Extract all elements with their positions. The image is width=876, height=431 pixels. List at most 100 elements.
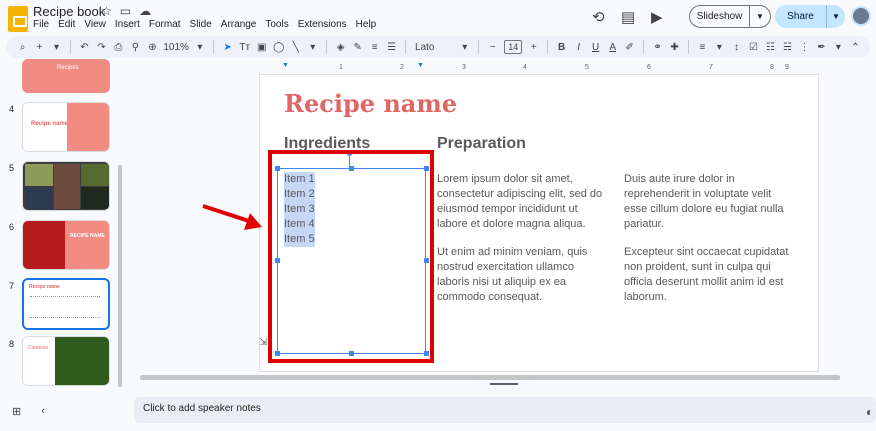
fill-color-icon[interactable]: ◈ [332,42,349,53]
menu-format[interactable]: Format [149,19,181,30]
bulleted-list-icon[interactable]: ☷ [762,42,779,53]
text-color-icon[interactable]: A [604,42,621,53]
arrow-annotation-icon [202,204,262,230]
border-dash-icon[interactable]: ☰ [383,42,400,53]
history-icon[interactable]: ⟲ [592,8,605,26]
ruler-tick: 8 [770,64,774,71]
text-box-icon[interactable]: Tт [236,42,253,53]
numbered-list-icon[interactable]: ☵ [779,42,796,53]
line-spacing-icon[interactable]: ↕ [728,42,745,53]
menu-edit[interactable]: Edit [58,19,75,30]
chevron-down-icon[interactable]: ▾ [711,42,728,53]
slide-number: 4 [9,104,15,114]
chevron-down-icon[interactable]: ▼ [827,12,845,21]
folder-icon[interactable]: ▭ [120,4,131,18]
slideshow-button[interactable]: Slideshow ▼ [689,5,771,28]
slide-title[interactable]: Recipe name [284,89,457,118]
speaker-notes[interactable]: Click to add speaker notes [134,397,876,423]
zoom-icon[interactable]: ⊕ [144,42,161,53]
notes-resize-handle[interactable] [490,383,518,385]
collapse-icon[interactable]: ⌃ [847,42,864,53]
more-icon[interactable]: ⋮ [796,42,813,53]
ruler-indent-marker[interactable]: ▼ [417,62,424,69]
paint-format-icon[interactable]: ⚲ [127,42,144,53]
star-icon[interactable]: ☆ [101,4,112,18]
bold-icon[interactable]: B [553,42,570,53]
cloud-icon[interactable]: ☁ [139,4,151,18]
slideshow-label[interactable]: Slideshow [690,6,750,27]
slide-thumbnail[interactable]: Recipe name [22,102,110,152]
comment-icon[interactable]: ▤ [621,8,635,26]
explore-icon[interactable]: ◐ [866,405,873,419]
highlight-icon[interactable]: ✐ [621,42,638,53]
highlight-annotation-box [268,150,434,363]
avatar[interactable] [851,6,871,26]
thumbnail-title: Recipe name [31,121,69,127]
chevron-down-icon[interactable]: ▾ [830,42,847,53]
slide-thumbnail[interactable]: Contents [22,336,110,386]
share-label[interactable]: Share [775,5,827,28]
preparation-heading[interactable]: Preparation [437,135,526,153]
search-icon[interactable]: ⌕ [14,42,31,53]
menu-view[interactable]: View [84,19,106,30]
slide-number: 6 [9,222,15,232]
share-button[interactable]: Share ▼ [775,5,845,28]
image-icon[interactable]: ▣ [253,42,270,53]
pen-icon[interactable]: ✒ [813,42,830,53]
horizontal-scrollbar[interactable] [140,375,840,380]
collapse-filmstrip-icon[interactable]: ‹ [41,405,45,418]
print-icon[interactable]: ⎙ [110,42,127,53]
chevron-down-icon[interactable]: ▼ [750,12,770,21]
font-size-input[interactable]: 14 [504,40,523,54]
menu-help[interactable]: Help [356,19,377,30]
video-call-icon[interactable]: ▶ [651,8,663,26]
slide-thumbnail[interactable]: Recipes [22,59,110,93]
chevron-down-icon[interactable]: ▾ [304,42,321,53]
checklist-icon[interactable]: ☑ [745,42,762,53]
ruler-tick: 9 [785,64,789,71]
chevron-down-icon[interactable]: ▾ [48,42,65,53]
border-weight-icon[interactable]: ≡ [366,42,383,53]
slide-thumbnail[interactable]: RECIPE NAME [22,220,110,270]
preparation-paragraph[interactable]: Excepteur sint occaecat cupidatat non pr… [624,245,794,305]
filmstrip-scrollbar[interactable] [118,165,122,387]
new-slide-icon[interactable]: + [31,42,48,53]
link-icon[interactable]: ⚭ [649,42,666,53]
menu-file[interactable]: File [33,19,49,30]
thumbnail-title: RECIPE NAME [70,233,105,239]
slides-logo[interactable] [8,6,28,32]
preparation-paragraph[interactable]: Duis aute irure dolor in reprehenderit i… [624,172,794,232]
document-title[interactable]: Recipe book [33,4,105,19]
speaker-notes-toggle-icon[interactable]: ⇲ [259,337,267,348]
font-select[interactable]: Lato [411,42,456,53]
align-icon[interactable]: ≡ [694,42,711,53]
undo-icon[interactable]: ↶ [76,42,93,53]
ruler-tick: 2 [400,64,404,71]
preparation-paragraph[interactable]: Lorem ipsum dolor sit amet, consectetur … [437,172,605,232]
ruler-tick: 7 [709,64,713,71]
shape-icon[interactable]: ◯ [270,42,287,53]
comment-add-icon[interactable]: ✚ [666,42,683,53]
slide-thumbnail-active[interactable]: Recipe name [22,278,110,330]
slide-thumbnail[interactable] [22,161,110,211]
ruler-indent-marker[interactable]: ▼ [282,62,289,69]
italic-icon[interactable]: I [570,42,587,53]
chevron-down-icon[interactable]: ▾ [456,42,473,53]
underline-icon[interactable]: U [587,42,604,53]
chevron-down-icon[interactable]: ▾ [191,42,208,53]
menu-slide[interactable]: Slide [190,19,212,30]
grid-view-icon[interactable]: ⊞ [12,405,21,418]
redo-icon[interactable]: ↷ [93,42,110,53]
menu-extensions[interactable]: Extensions [298,19,347,30]
zoom-level[interactable]: 101% [161,42,191,53]
ruler-tick: 6 [647,64,651,71]
decrease-font-icon[interactable]: − [484,42,501,53]
line-icon[interactable]: ╲ [287,42,304,53]
menu-insert[interactable]: Insert [115,19,140,30]
menu-tools[interactable]: Tools [265,19,288,30]
menu-arrange[interactable]: Arrange [221,19,257,30]
select-icon[interactable]: ➤ [219,42,236,53]
preparation-paragraph[interactable]: Ut enim ad minim veniam, quis nostrud ex… [437,245,605,305]
increase-font-icon[interactable]: + [525,42,542,53]
border-color-icon[interactable]: ✎ [349,42,366,53]
